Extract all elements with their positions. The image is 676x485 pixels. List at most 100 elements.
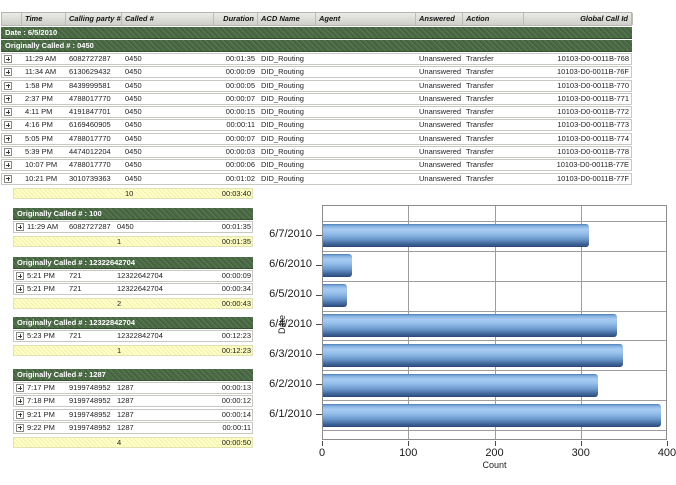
cell-acd-name: DID_Routing: [258, 147, 316, 157]
cell-time: 2:37 PM: [22, 94, 66, 104]
cell-called: 0450: [122, 134, 214, 144]
expand-icon[interactable]: [4, 161, 12, 169]
table-row: 9:22 PM9199748952128700:00:11: [13, 422, 253, 434]
chart-x-axis-title: Count: [322, 460, 667, 470]
cell-acd-name: DID_Routing: [258, 94, 316, 104]
cell-global-call-id: 10103-D0-0011B-770: [524, 81, 633, 91]
expand-cell: [2, 67, 22, 77]
cell-time: 11:29 AM: [24, 222, 66, 232]
group-summary-row: 100:01:35: [13, 236, 253, 247]
table-row: 7:17 PM9199748952128700:00:13: [13, 382, 253, 394]
expand-icon[interactable]: [16, 384, 24, 392]
expand-cell: [14, 271, 24, 281]
table-row: 10:21 PM3010739363045000:01:02DID_Routin…: [1, 173, 632, 185]
expand-icon[interactable]: [16, 272, 24, 280]
expand-cell: [14, 410, 24, 420]
cell-called: 1287: [114, 383, 214, 393]
expand-icon[interactable]: [16, 332, 24, 340]
cell-duration: 00:00:07: [214, 94, 258, 104]
expand-icon[interactable]: [4, 175, 12, 183]
table-row: 11:29 AM6082727287045000:01:35: [13, 221, 253, 233]
cell-agent: [316, 120, 416, 130]
expand-icon[interactable]: [16, 397, 24, 405]
cell-calling-party: 8439999581: [66, 81, 122, 91]
x-axis-tick: [408, 441, 409, 446]
y-axis-tick: [316, 384, 322, 385]
expand-cell: [2, 107, 22, 117]
expand-cell: [2, 174, 22, 184]
expand-icon[interactable]: [16, 223, 24, 231]
summary-call-count: 2: [114, 299, 214, 308]
category-label-6-5-2010: 6/5/2010: [240, 288, 312, 301]
expand-cell: [14, 222, 24, 232]
expand-icon[interactable]: [4, 68, 12, 76]
cell-answered: Unanswered: [416, 54, 463, 64]
acd-call-report-screen: TimeCalling party #Called #DurationACD N…: [0, 0, 676, 485]
cell-called: 0450: [122, 174, 214, 184]
group-summary-row: 100:12:23: [13, 345, 253, 356]
cell-duration: 00:01:02: [214, 174, 258, 184]
expand-cell: [2, 120, 22, 130]
category-label-6-3-2010: 6/3/2010: [240, 348, 312, 361]
cell-action: Transfer: [463, 81, 524, 91]
cell-agent: [316, 81, 416, 91]
called-group-band: Originally Called # : 12322842704: [13, 317, 253, 329]
cell-called: 0450: [122, 120, 214, 130]
table-row: 5:21 PM7211232264270400:00:34: [13, 283, 253, 295]
summary-spacer: [14, 438, 114, 447]
table-rows: 7:17 PM9199748952128700:00:137:18 PM9199…: [13, 382, 253, 434]
expand-column-header: [2, 13, 22, 25]
cell-agent: [316, 147, 416, 157]
expand-icon[interactable]: [16, 285, 24, 293]
cell-answered: Unanswered: [416, 134, 463, 144]
cell-action: Transfer: [463, 54, 524, 64]
cell-acd-name: DID_Routing: [258, 134, 316, 144]
y-axis-tick: [316, 265, 322, 266]
cell-called: 12322642704: [114, 284, 214, 294]
expand-icon[interactable]: [4, 108, 12, 116]
x-tick-label-400: 400: [645, 447, 676, 459]
cell-calling-party: 9199748952: [66, 396, 114, 406]
cell-time: 10:07 PM: [22, 160, 66, 170]
column-header-agent: Agent: [316, 13, 416, 25]
called-group-band: Originally Called # : 1287: [13, 369, 253, 381]
table-rows: 5:21 PM7211232264270400:00:095:21 PM7211…: [13, 270, 253, 295]
cell-action: Transfer: [463, 94, 524, 104]
horizontal-gridline: [323, 340, 666, 341]
group-summary-row: 400:00:50: [13, 437, 253, 448]
cell-global-call-id: 10103-D0-0011B-77E: [524, 160, 633, 170]
expand-icon[interactable]: [4, 121, 12, 129]
cell-agent: [316, 160, 416, 170]
table-row: 5:39 PM4474012204045000:00:03DID_Routing…: [1, 146, 632, 158]
expand-icon[interactable]: [4, 82, 12, 90]
summary-call-count: 1: [114, 346, 214, 355]
cell-calling-party: 9199748952: [66, 410, 114, 420]
cell-time: 1:58 PM: [22, 81, 66, 91]
expand-icon[interactable]: [4, 148, 12, 156]
cell-called: 0450: [122, 81, 214, 91]
expand-icon[interactable]: [4, 55, 12, 63]
expand-icon[interactable]: [4, 95, 12, 103]
table-row: 1:58 PM8439999581045000:00:05DID_Routing…: [1, 80, 632, 92]
call-report-table: TimeCalling party #Called #DurationACD N…: [1, 12, 632, 199]
category-label-6-7-2010: 6/7/2010: [240, 228, 312, 241]
horizontal-gridline: [323, 370, 666, 371]
bar-6-5-2010: [323, 284, 347, 307]
column-header-calling-party: Calling party #: [66, 13, 122, 25]
table-row: 5:05 PM4788017770045000:00:07DID_Routing…: [1, 133, 632, 145]
expand-icon[interactable]: [4, 135, 12, 143]
cell-calling-party: 6130629432: [66, 67, 122, 77]
cell-duration: 00:01:35: [214, 54, 258, 64]
expand-icon[interactable]: [16, 424, 24, 432]
cell-calling-party: 721: [66, 331, 114, 341]
cell-global-call-id: 10103-D0-0011B-772: [524, 107, 633, 117]
group-table: Originally Called # : 123226427045:21 PM…: [13, 256, 253, 309]
expand-icon[interactable]: [16, 411, 24, 419]
cell-called: 0450: [114, 222, 214, 232]
column-header-action: Action: [463, 13, 524, 25]
cell-global-call-id: 10103-D0-0011B-773: [524, 120, 633, 130]
table-row: 7:18 PM9199748952128700:00:12: [13, 395, 253, 407]
table-row: 9:21 PM9199748952128700:00:14: [13, 409, 253, 421]
cell-action: Transfer: [463, 134, 524, 144]
cell-called: 12322842704: [114, 331, 214, 341]
